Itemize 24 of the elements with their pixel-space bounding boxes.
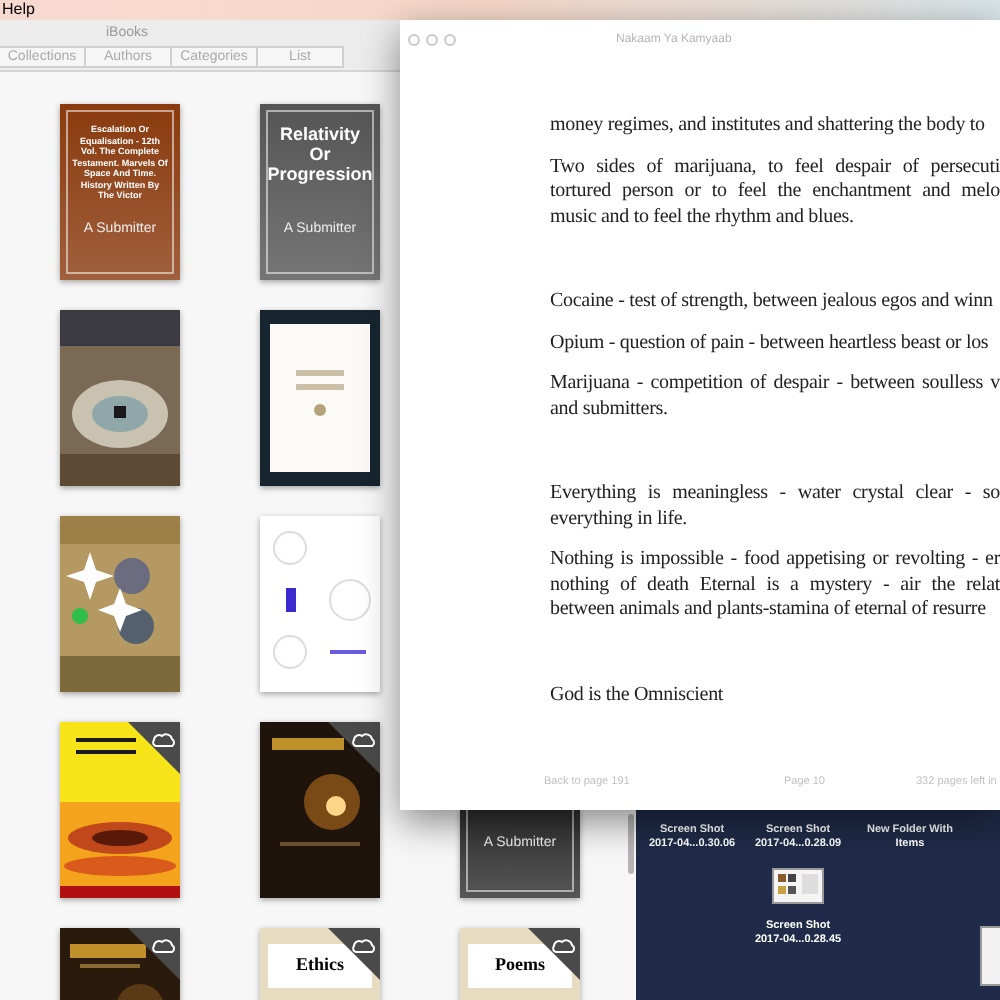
text-line: everything in life. [550,507,690,532]
text-line: money regimes, and institutes and shattering the body to [550,114,987,139]
scrollbar-thumb[interactable] [628,814,634,874]
text-line: Cocaine - test of strength, between jealous egos and winn [550,290,995,315]
text-line: music and to feel the rhythm and blues. [550,205,856,230]
cloud-corner-icon [328,722,380,774]
text-line: tortured person or to feel the enchantment and melo [550,180,1000,205]
cloud-corner-icon [128,722,180,774]
text-line: God is the Omniscient [550,683,726,708]
text-line: between animals and plants-stamina of eternal of resurre [550,598,988,623]
text-line: Nothing is impossible - food appetising or revolting - er [550,548,1000,573]
text-line: and submitters. [550,397,670,422]
screenshot-thumbnail-icon[interactable] [772,868,824,904]
cloud-corner-icon [128,928,180,980]
text-line: Opium - question of pain - between heartless beast or los [550,331,991,356]
book-title: Ethics [295,952,344,979]
text-line: nothing of death Eternal is a mystery - air the relat [550,573,1000,598]
document-icon[interactable] [980,926,1000,986]
book-title: Relativity Or Progression [267,124,373,184]
book-title: Poems [495,952,545,979]
text-line: Everything is meaningless - water crystal clear - so [550,482,1000,507]
text-line: Two sides of marijuana, to feel despair of persecuti [550,155,1000,180]
menu-item[interactable]: Help [2,0,35,20]
text-line: Marijuana - competition of despair - between soulless v [550,372,1000,397]
